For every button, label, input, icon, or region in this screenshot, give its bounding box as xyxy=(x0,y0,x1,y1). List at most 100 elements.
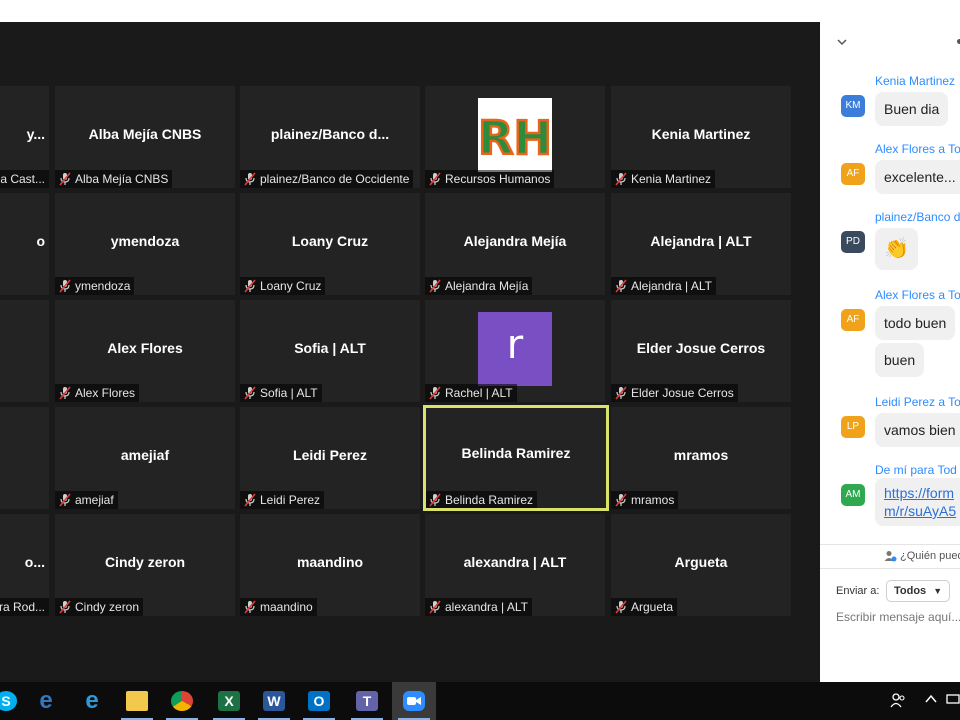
participant-tile[interactable]: Alejandra | ALT Alejandra | ALT xyxy=(611,193,791,295)
participant-display-name: Cindy zeron xyxy=(104,554,186,570)
muted-mic-icon xyxy=(243,386,257,400)
sender-avatar: KM xyxy=(841,95,865,117)
participant-name-label: Alejandra Mejía xyxy=(425,277,533,295)
participant-tile[interactable]: r Rachel | ALT xyxy=(425,300,605,402)
chrome-taskbar-icon[interactable] xyxy=(160,682,204,720)
participant-name: Elder Josue Cerros xyxy=(631,386,734,400)
participant-tile[interactable]: mramos mramos xyxy=(611,407,791,509)
internet-explorer-taskbar-icon[interactable]: e xyxy=(70,682,114,720)
muted-mic-icon xyxy=(614,493,628,507)
participant-tile[interactable]: Leidi Perez Leidi Perez xyxy=(240,407,420,509)
participant-name: mramos xyxy=(631,493,675,507)
participant-tile[interactable]: Elder Josue Cerros Elder Josue Cerros xyxy=(611,300,791,402)
muted-mic-icon xyxy=(614,386,628,400)
participant-display-name: Alba Mejía CNBS xyxy=(88,126,202,142)
teams-icon: T xyxy=(356,691,378,711)
edge-taskbar-icon[interactable]: e xyxy=(24,682,68,720)
participant-name: Sofia | ALT xyxy=(260,386,318,400)
muted-mic-icon xyxy=(428,600,442,614)
excel-taskbar-icon[interactable]: X xyxy=(207,682,251,720)
participant-name-label: Leidi Perez xyxy=(240,491,325,509)
participant-display-name: y... xyxy=(26,126,45,142)
participant-display-name: Sofia | ALT xyxy=(294,340,366,356)
chat-panel: Kenia Martinez KM Buen dia Alex Flores a To… xyxy=(820,22,960,682)
word-icon: W xyxy=(263,691,285,711)
participant-tile[interactable]: o xyxy=(0,193,49,295)
participant-tile[interactable]: Sofia | ALT Sofia | ALT xyxy=(240,300,420,402)
chat-message-sender: Alex Flores a To xyxy=(875,288,960,302)
participant-tile[interactable]: Argueta Argueta xyxy=(611,514,791,616)
chevron-down-icon: ▼ xyxy=(933,586,943,596)
muted-mic-icon xyxy=(428,386,442,400)
sender-name: Alex Flores xyxy=(875,142,936,156)
participant-name-label: ymendoza xyxy=(55,277,135,295)
participant-tile[interactable]: Cindy zeron Cindy zeron xyxy=(55,514,235,616)
participant-display-name: o... xyxy=(24,554,45,570)
who-can-see-link[interactable]: ¿Quién pued xyxy=(884,550,960,562)
participant-name-label: ra Rod... xyxy=(0,598,49,616)
network-icon[interactable] xyxy=(946,692,960,709)
message-input[interactable]: Escribir mensaje aquí... xyxy=(836,610,960,624)
participant-display-name: Alex Flores xyxy=(107,340,183,356)
sender-avatar: PD xyxy=(841,231,865,253)
chat-message-sender: De mí para Tod xyxy=(875,463,957,477)
participant-tile[interactable]: Alejandra Mejía Alejandra Mejía xyxy=(425,193,605,295)
participant-name: Kenia Martinez xyxy=(631,172,712,186)
muted-mic-icon xyxy=(58,279,72,293)
participant-tile[interactable]: maandino maandino xyxy=(240,514,420,616)
participant-tile[interactable]: RH Recursos Humanos xyxy=(425,86,605,188)
participant-tile[interactable]: ymendoza ymendoza xyxy=(55,193,235,295)
chat-message-bubble: 👏 xyxy=(875,228,918,270)
muted-mic-icon xyxy=(58,600,72,614)
muted-mic-icon xyxy=(58,493,72,507)
participant-tile[interactable] xyxy=(0,407,49,509)
participant-name: Recursos Humanos xyxy=(445,172,551,186)
participant-display-name: maandino xyxy=(296,554,364,570)
participant-name-label: Cindy zeron xyxy=(55,598,144,616)
chat-message-bubble: Buen dia xyxy=(875,92,949,126)
avatar-letter: r xyxy=(506,322,524,368)
send-to-dropdown[interactable]: Todos ▼ xyxy=(886,580,951,602)
teams-taskbar-icon[interactable]: T xyxy=(345,682,389,720)
word-taskbar-icon[interactable]: W xyxy=(252,682,296,720)
people-icon xyxy=(884,551,897,562)
people-tray-icon[interactable] xyxy=(890,692,906,711)
sender-name: De mí para xyxy=(875,463,935,477)
participant-name-label: Alejandra | ALT xyxy=(611,277,716,295)
participant-tile[interactable]: Kenia Martinez Kenia Martinez xyxy=(611,86,791,188)
sender-avatar: LP xyxy=(841,416,865,438)
sender-avatar: AF xyxy=(841,163,865,185)
participant-name: Leidi Perez xyxy=(260,493,321,507)
participant-tile[interactable]: alexandra | ALT alexandra | ALT xyxy=(425,514,605,616)
muted-mic-icon xyxy=(428,493,442,507)
chevron-up-icon[interactable] xyxy=(924,692,938,709)
sender-avatar: AF xyxy=(841,309,865,331)
participant-tile[interactable]: Belinda Ramirez Belinda Ramirez xyxy=(423,405,609,511)
participant-tile[interactable] xyxy=(0,300,49,402)
chat-link[interactable]: https://form m/r/suAyA5 xyxy=(875,478,960,526)
chat-message-sender: Leidi Perez a To xyxy=(875,395,960,409)
message-input-placeholder: Escribir mensaje aquí... xyxy=(836,610,960,624)
participant-name: amejiaf xyxy=(75,493,114,507)
muted-mic-icon xyxy=(243,493,257,507)
zoom-taskbar-icon[interactable] xyxy=(392,682,436,720)
participant-tile[interactable]: amejiaf amejiaf xyxy=(55,407,235,509)
participant-display-name: Elder Josue Cerros xyxy=(636,340,766,356)
participant-tile[interactable]: y... a Cast... xyxy=(0,86,49,188)
participant-tile[interactable]: Loany Cruz Loany Cruz xyxy=(240,193,420,295)
participant-display-name: Loany Cruz xyxy=(291,233,369,249)
outlook-taskbar-icon[interactable]: O xyxy=(297,682,341,720)
muted-mic-icon xyxy=(614,172,628,186)
zoom-icon xyxy=(403,691,425,711)
participant-tile[interactable]: o... ra Rod... xyxy=(0,514,49,616)
participant-name: ymendoza xyxy=(75,279,131,293)
chevron-down-icon[interactable] xyxy=(836,36,848,48)
participant-display-name: amejiaf xyxy=(120,447,170,463)
file-explorer-taskbar-icon[interactable] xyxy=(115,682,159,720)
participant-tile[interactable]: Alex Flores Alex Flores xyxy=(55,300,235,402)
participant-tile[interactable]: plainez/Banco d... plainez/Banco de Occid… xyxy=(240,86,420,188)
participant-name-label: Elder Josue Cerros xyxy=(611,384,738,402)
file-explorer-icon xyxy=(126,691,148,711)
participant-tile[interactable]: Alba Mejía CNBS Alba Mejía CNBS xyxy=(55,86,235,188)
chrome-icon xyxy=(171,691,193,711)
